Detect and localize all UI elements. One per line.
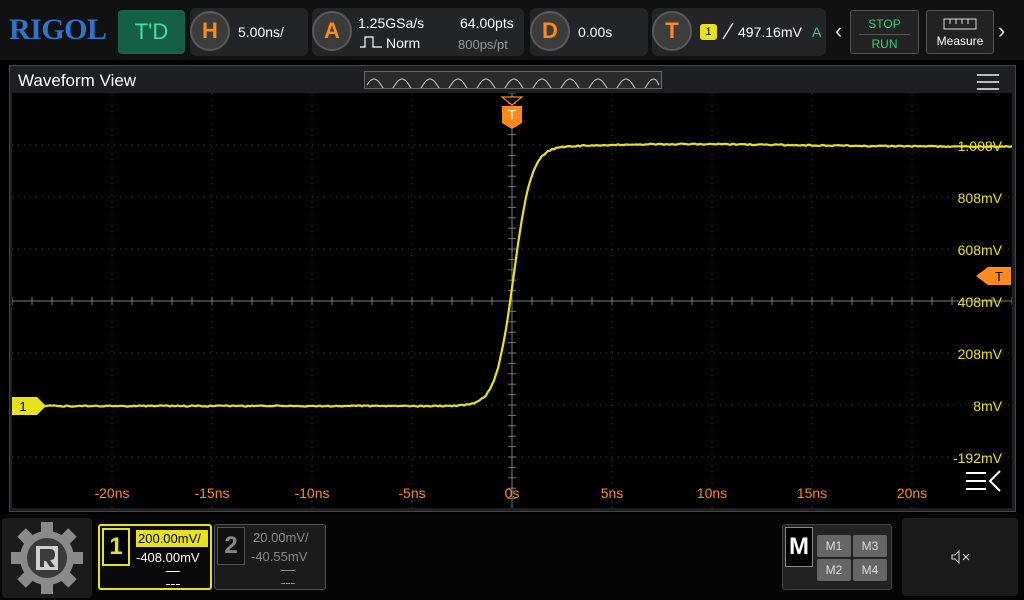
- ch2-offset: -40.55mV: [251, 549, 307, 564]
- top-toolbar: RIGOL T'D H 5.00ns/ A 1.25GSa/s Norm 64.…: [0, 0, 1024, 60]
- delay-panel[interactable]: D 0.00s: [530, 8, 648, 56]
- ch2-scale: 20.00mV/: [251, 529, 323, 546]
- horizontal-badge: H: [190, 11, 230, 51]
- acquire-mode: Norm: [386, 35, 420, 51]
- memory-points: 64.00pts: [460, 15, 514, 31]
- time-mode-button[interactable]: T'D: [118, 10, 185, 54]
- waveform-overview[interactable]: [364, 71, 662, 89]
- x-tick-label: -5ns: [398, 485, 425, 501]
- sample-rate: 1.25GSa/s: [358, 15, 424, 31]
- hamburger-menu-icon[interactable]: [977, 74, 999, 90]
- trigger-source-badge: 1: [700, 24, 717, 40]
- ch2-number: 2: [217, 527, 245, 565]
- y-tick-label: -192mV: [953, 450, 1003, 466]
- rigol-logo: RIGOL: [9, 15, 107, 45]
- delay-value: 0.00s: [578, 24, 612, 40]
- y-tick-label: 1.008V: [958, 138, 1003, 154]
- sample-interval: 800ps/pt: [458, 37, 508, 52]
- math-m2-button[interactable]: M2: [817, 559, 851, 581]
- x-tick-label: 15ns: [797, 485, 827, 501]
- horizontal-scale: 5.00ns/: [238, 24, 284, 40]
- trigger-position-label: T: [508, 107, 516, 122]
- y-tick-label: 8mV: [973, 398, 1002, 414]
- math-m4-button[interactable]: M4: [853, 559, 887, 581]
- ruler-icon: [943, 18, 977, 30]
- acquire-badge: A: [312, 11, 352, 51]
- math-m1-button[interactable]: M1: [817, 535, 851, 557]
- run-label: RUN: [859, 34, 910, 51]
- math-label: M: [785, 527, 813, 567]
- home-menu-button[interactable]: [2, 518, 92, 598]
- overview-trace: [365, 72, 661, 88]
- dc-coupling-icon: [166, 571, 180, 592]
- rising-edge-icon: [722, 22, 734, 40]
- trigger-mode: A: [812, 24, 821, 40]
- horizontal-panel[interactable]: H 5.00ns/: [190, 8, 308, 56]
- math-m3-button[interactable]: M3: [853, 535, 887, 557]
- x-tick-label: 5ns: [601, 485, 624, 501]
- channel-1-panel[interactable]: 1 200.00mV/ -408.00mV: [98, 524, 212, 590]
- y-tick-label: 408mV: [958, 294, 1003, 310]
- x-tick-label: -20ns: [94, 485, 129, 501]
- ch1-number: 1: [102, 528, 130, 566]
- bottom-toolbar: 1 200.00mV/ -408.00mV 2 20.00mV/ -40.55m…: [0, 514, 1024, 600]
- ch1-scale: 200.00mV/: [136, 530, 208, 547]
- x-tick-label: -10ns: [294, 485, 329, 501]
- chevron-right-icon[interactable]: ›: [998, 18, 1005, 44]
- trigger-level-label: T: [995, 269, 1003, 284]
- delay-badge: D: [530, 11, 570, 51]
- x-tick-label: 20ns: [897, 485, 927, 501]
- waveform-plot[interactable]: 1.008V 808mV 608mV 408mV 208mV 8mV -192mV -20n…: [12, 93, 1012, 508]
- sound-button[interactable]: [902, 518, 1018, 596]
- channel-2-panel[interactable]: 2 20.00mV/ -40.55mV: [214, 524, 326, 590]
- rigol-gear-icon: [2, 518, 92, 598]
- measure-label: Measure: [927, 34, 993, 48]
- pulse-icon: [360, 35, 382, 49]
- x-axis-labels: -20ns -15ns -10ns -5ns 0s 5ns 10ns 15ns 20ns: [94, 485, 927, 501]
- ch1-marker-label: 1: [19, 399, 26, 414]
- trigger-badge: T: [652, 11, 692, 51]
- run-stop-button[interactable]: STOP RUN: [850, 10, 919, 54]
- y-tick-label: 208mV: [958, 346, 1003, 362]
- measure-button[interactable]: Measure: [926, 10, 994, 54]
- trigger-panel[interactable]: T 1 497.16mV A: [652, 8, 826, 56]
- x-tick-label: -15ns: [194, 485, 229, 501]
- y-tick-label: 808mV: [958, 190, 1003, 206]
- stop-label: STOP: [851, 17, 918, 31]
- dc-coupling-icon: [281, 570, 295, 591]
- x-tick-label: 10ns: [697, 485, 727, 501]
- math-panel[interactable]: M M1 M3 M2 M4: [782, 524, 892, 590]
- ch1-offset: -408.00mV: [136, 550, 200, 565]
- waveform-title: Waveform View: [18, 71, 136, 91]
- time-mode-label: T'D: [135, 19, 169, 45]
- y-tick-label: 608mV: [958, 242, 1003, 258]
- x-tick-label: 0s: [505, 485, 520, 501]
- trigger-level: 497.16mV: [738, 24, 802, 40]
- speaker-muted-icon: [951, 550, 971, 564]
- acquire-panel[interactable]: A 1.25GSa/s Norm 64.00pts 800ps/pt: [312, 8, 524, 56]
- chevron-left-icon[interactable]: ‹: [835, 18, 842, 44]
